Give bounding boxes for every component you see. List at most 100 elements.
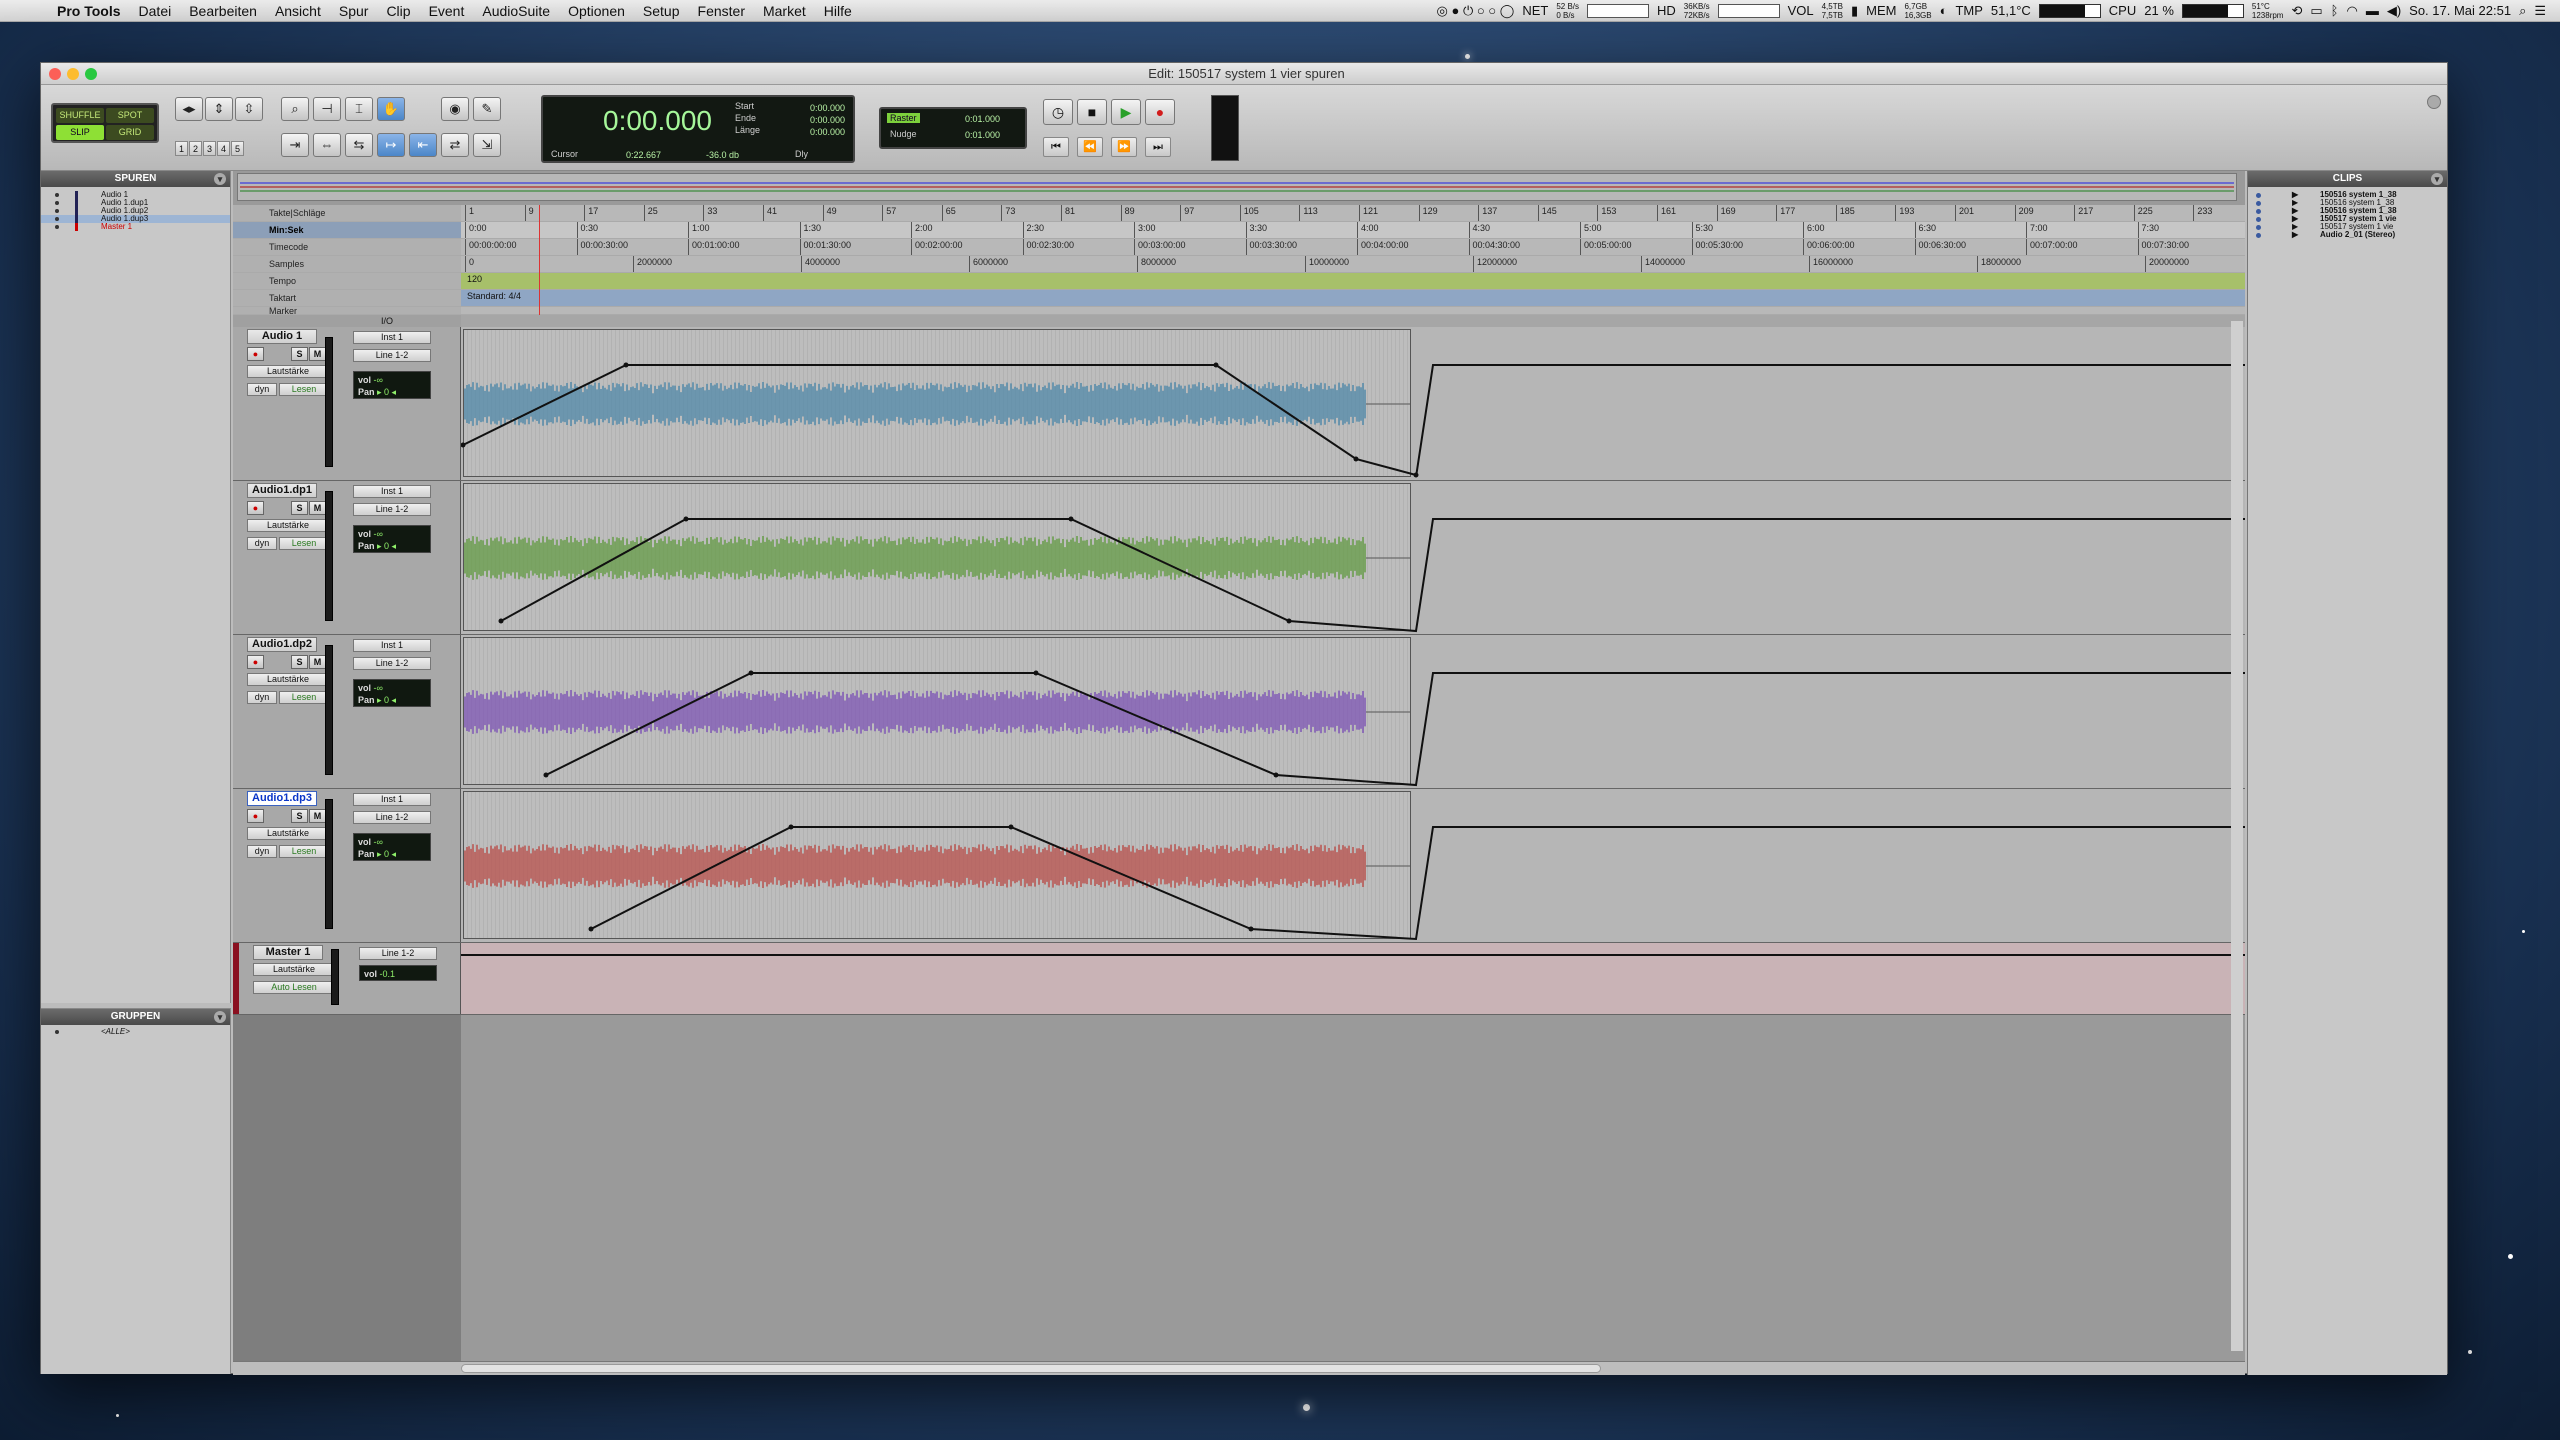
mode-slip[interactable]: SLIP	[56, 125, 104, 140]
automation-mode[interactable]: Lesen	[279, 537, 329, 550]
vertical-scrollbar[interactable]	[2231, 321, 2243, 1351]
record-enable-button[interactable]: ●	[247, 347, 264, 361]
automation-dyn[interactable]: dyn	[247, 383, 277, 396]
hd-label[interactable]: HD	[1657, 3, 1676, 18]
automation-breakpoint[interactable]	[1068, 516, 1074, 522]
automation-breakpoint[interactable]	[788, 824, 794, 830]
zoom-out-icon[interactable]: ◂▸	[175, 97, 203, 121]
track-name[interactable]: Audio 1	[247, 329, 317, 344]
show-hide-icon[interactable]	[55, 225, 59, 229]
automation-dyn[interactable]: dyn	[247, 691, 277, 704]
bluetooth-icon[interactable]: ᛒ	[2331, 3, 2339, 18]
automation-breakpoint[interactable]	[1273, 772, 1279, 778]
track-playlist[interactable]	[461, 481, 2245, 634]
ruler-label-minsec[interactable]: Min:Sek	[233, 222, 461, 239]
ruler-tempo[interactable]: 120	[461, 273, 2245, 290]
mute-button[interactable]: M	[309, 809, 326, 823]
end-value[interactable]: 0:00.000	[783, 115, 845, 125]
grid-label[interactable]: Raster	[887, 113, 920, 123]
clip-list-item[interactable]: ▶ Audio 2_01 (Stereo)	[2248, 231, 2447, 239]
menu-item[interactable]: Setup	[634, 3, 689, 19]
record-enable-button[interactable]: ●	[247, 809, 264, 823]
automation-breakpoint[interactable]	[543, 772, 549, 778]
grid-nudge-display[interactable]: Raster 0:01.000 Nudge 0:01.000	[879, 107, 1027, 149]
automation-breakpoint[interactable]	[683, 516, 689, 522]
pan-value[interactable]: ▸ 0 ◂	[377, 387, 396, 397]
volume-pan-display[interactable]: vol -∞ Pan ▸ 0 ◂	[353, 525, 431, 553]
automation-mode[interactable]: Lesen	[279, 383, 329, 396]
mode-spot[interactable]: SPOT	[106, 108, 154, 123]
menu-item[interactable]: Event	[420, 3, 474, 19]
mode-grid[interactable]: GRID	[106, 125, 154, 140]
output-selector[interactable]: Line 1-2	[353, 811, 431, 824]
automation-breakpoint[interactable]	[1213, 362, 1219, 368]
ruler-samples[interactable]: 0 2000000 4000000 6000000 8000000 10000000 120…	[461, 256, 2245, 273]
track-playlist[interactable]	[461, 635, 2245, 788]
start-value[interactable]: 0:00.000	[783, 103, 845, 113]
track-name[interactable]: Audio1.dp3	[247, 791, 317, 806]
volume-pan-display[interactable]: vol -∞ Pan ▸ 0 ◂	[353, 371, 431, 399]
vol-value[interactable]: -0.1	[380, 969, 396, 979]
mem-label[interactable]: MEM	[1866, 3, 1896, 18]
menu-item[interactable]: Bearbeiten	[180, 3, 266, 19]
zoom-preset[interactable]: 3	[203, 141, 216, 156]
go-to-end-icon[interactable]: ⏭	[1145, 137, 1171, 157]
main-counter-value[interactable]: 0:00.000	[603, 105, 712, 137]
group-active-icon[interactable]	[55, 1030, 59, 1034]
automation-breakpoint[interactable]	[588, 926, 594, 932]
show-hide-icon[interactable]	[55, 217, 59, 221]
link-track-icon[interactable]: ⇆	[345, 133, 373, 157]
play-icon[interactable]: ▶	[1111, 99, 1141, 125]
stop-icon[interactable]: ■	[1077, 99, 1107, 125]
track-name[interactable]: Audio1.dp2	[247, 637, 317, 652]
delay-label[interactable]: Dly	[795, 149, 808, 159]
cpu-label[interactable]: CPU	[2109, 3, 2136, 18]
pan-value[interactable]: ▸ 0 ◂	[377, 695, 396, 705]
spotlight-icon[interactable]: ⌕	[2519, 3, 2526, 19]
vol-value[interactable]: -∞	[374, 837, 383, 847]
close-button[interactable]	[49, 68, 61, 80]
length-value[interactable]: 0:00.000	[783, 127, 845, 137]
return-to-zero-icon[interactable]: ⏮	[1043, 137, 1069, 157]
clips-list-menu-icon[interactable]: ▾	[2431, 173, 2443, 185]
menu-item[interactable]: Spur	[330, 3, 378, 19]
meter-marker[interactable]: Standard: 4/4	[467, 290, 521, 303]
pan-value[interactable]: ▸ 0 ◂	[377, 541, 396, 551]
keyboard-focus-icon[interactable]: ⇤	[409, 133, 437, 157]
automation-breakpoint[interactable]	[498, 618, 504, 624]
volume-display[interactable]: vol -0.1	[359, 965, 437, 981]
automation-breakpoint[interactable]	[623, 362, 629, 368]
ruler-label-bars[interactable]: Takte|Schläge	[233, 205, 461, 222]
toolbar-options-icon[interactable]	[2427, 95, 2441, 109]
menu-item[interactable]: Hilfe	[815, 3, 861, 19]
insertion-follows-icon[interactable]: ↦	[377, 133, 405, 157]
record-enable-button[interactable]: ●	[247, 655, 264, 669]
link-timeline-icon[interactable]: ⇔	[313, 133, 341, 157]
ruler-label-tempo[interactable]: Tempo	[233, 273, 461, 290]
automation-breakpoint[interactable]	[1413, 472, 1419, 478]
trim-tool-icon[interactable]: ⊣	[313, 97, 341, 121]
mute-button[interactable]: M	[309, 347, 326, 361]
volume-pan-display[interactable]: vol -∞ Pan ▸ 0 ◂	[353, 679, 431, 707]
menu-item[interactable]: Ansicht	[266, 3, 330, 19]
vol-value[interactable]: -∞	[374, 529, 383, 539]
automation-breakpoint[interactable]	[748, 670, 754, 676]
auto-scroll-icon[interactable]: ⇲	[473, 133, 501, 157]
solo-button[interactable]: S	[291, 809, 308, 823]
automation-mode[interactable]: Lesen	[279, 845, 329, 858]
track-view-selector[interactable]: Lautstärke	[247, 365, 329, 378]
zoom-preset[interactable]: 1	[175, 141, 188, 156]
input-selector[interactable]: Inst 1	[353, 331, 431, 344]
input-selector[interactable]: Inst 1	[353, 485, 431, 498]
rewind-icon[interactable]: ⏪	[1077, 137, 1103, 157]
show-hide-icon[interactable]	[55, 193, 59, 197]
track-view-selector[interactable]: Lautstärke	[247, 827, 329, 840]
grabber-tool-icon[interactable]: ✋	[377, 97, 405, 121]
track-view-selector[interactable]: Lautstärke	[253, 963, 335, 976]
solo-button[interactable]: S	[291, 655, 308, 669]
automation-mode[interactable]: Lesen	[279, 691, 329, 704]
zoom-vertical-icon[interactable]: ⇕	[205, 97, 233, 121]
groups-list-menu-icon[interactable]: ▾	[214, 1011, 226, 1023]
scrubber-tool-icon[interactable]: ◉	[441, 97, 469, 121]
track-playlist[interactable]	[461, 789, 2245, 942]
